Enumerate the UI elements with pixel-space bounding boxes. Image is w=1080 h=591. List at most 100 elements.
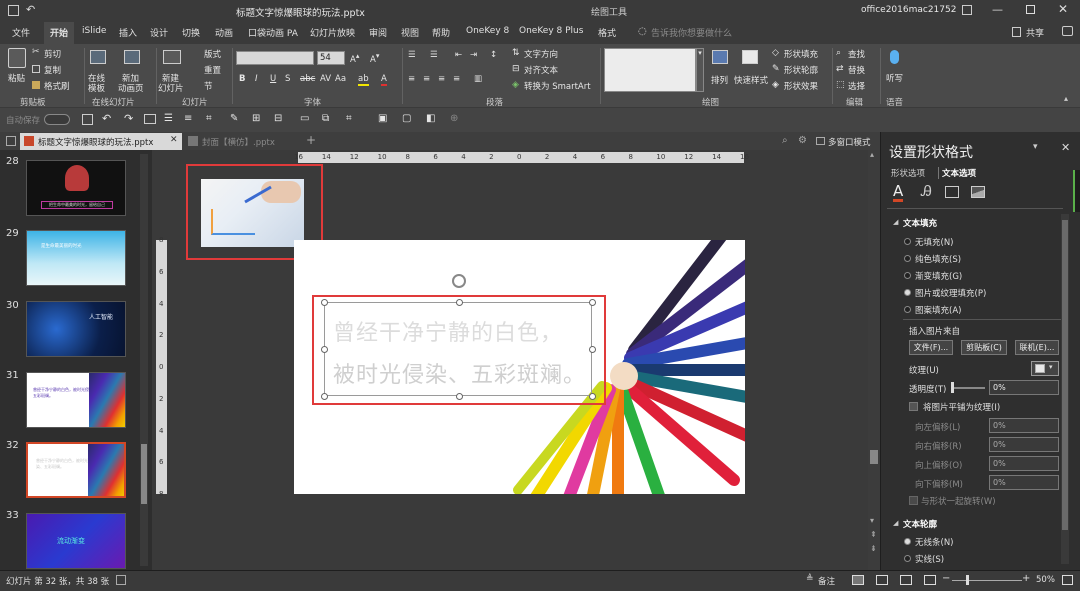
justify-icon[interactable]: ≡ [453, 74, 460, 84]
radio-no-line[interactable] [904, 538, 911, 545]
send-back-icon[interactable]: ▢ [402, 113, 411, 124]
tab-review[interactable]: 审阅 [369, 26, 387, 39]
tab-file[interactable]: 文件 [12, 26, 30, 39]
offset-bottom-input[interactable]: 0% [989, 475, 1059, 490]
tab-onekey8-plus[interactable]: OneKey 8 Plus [519, 26, 583, 36]
line-spacing-icon[interactable]: ↕ [490, 50, 497, 60]
offset-right-input[interactable]: 0% [989, 437, 1059, 452]
text-direction-button[interactable]: 文字方向 [524, 48, 558, 60]
prev-slide-icon[interactable]: ⇞ [870, 530, 877, 539]
transparency-input[interactable]: 0% [989, 380, 1059, 395]
panel-options-icon[interactable]: ▾ [1033, 142, 1038, 152]
columns-icon[interactable]: ▥ [474, 74, 482, 84]
offset-left-input[interactable]: 0% [989, 418, 1059, 433]
redo-icon[interactable]: ↷ [124, 112, 133, 125]
search-icon[interactable]: ⌕ [782, 135, 788, 146]
radio-pattern-fill[interactable] [904, 306, 911, 313]
zoom-out-icon[interactable]: − [942, 573, 950, 584]
scrollbar-thumb[interactable] [1062, 220, 1068, 530]
transparency-slider-thumb[interactable] [951, 382, 954, 393]
font-shrink-icon[interactable]: A▾ [370, 51, 379, 65]
shape-effects-icon[interactable]: ◧ [426, 113, 435, 124]
resize-handle[interactable] [321, 346, 328, 353]
slide-thumbnail-31[interactable]: 曾经干净宁静的白色，被时光侵染、五彩斑斓。 [26, 372, 126, 428]
offset-top-input[interactable]: 0% [989, 456, 1059, 471]
italic-icon[interactable]: I [255, 74, 258, 84]
zoom-slider-thumb[interactable] [966, 575, 969, 585]
share-icon[interactable] [1012, 27, 1021, 37]
thumbnails-scrollbar[interactable] [140, 154, 148, 566]
format-painter-button[interactable]: 格式刷 [44, 80, 70, 92]
slide-thumbnail-28[interactable]: 把生命中最美的时光，留给自己 [26, 160, 126, 216]
copy-button[interactable]: 复制 [44, 64, 61, 76]
arrange-button[interactable]: 排列 [711, 74, 728, 86]
doc-tab-inactive[interactable]: 封面【横仿】.pptx [184, 133, 302, 150]
scroll-down-icon[interactable]: ▾ [870, 516, 874, 525]
doc-tab-active[interactable]: 标题文字惊爆眼球的玩法.pptx ✕ [20, 133, 182, 150]
text-box[interactable]: 曾经干净宁静的白色， 被时光侵染、五彩斑斓。 [324, 302, 592, 396]
numbering-icon[interactable]: ☰ [430, 50, 438, 60]
reset-button[interactable]: 重置 [204, 64, 221, 76]
indent-decrease-icon[interactable]: ⇤ [455, 50, 462, 60]
shape-outline-button[interactable]: 形状轮廓 [784, 64, 818, 76]
indent-increase-icon[interactable]: ⇥ [470, 50, 477, 60]
autosave-toggle[interactable] [44, 114, 70, 125]
save-icon[interactable] [8, 5, 19, 16]
fit-slide-icon[interactable] [1062, 575, 1073, 585]
text-fill-heading[interactable]: 文本填充 [903, 217, 937, 229]
minimize-icon[interactable]: — [992, 3, 1003, 16]
distribute-icon[interactable]: ⊟ [274, 113, 282, 124]
tab-home[interactable]: 开始 [44, 22, 75, 44]
clipboard-button[interactable]: 剪贴板(C) [961, 340, 1007, 355]
shapes-gallery[interactable] [604, 48, 696, 92]
tab-format[interactable]: 格式 [598, 26, 616, 39]
select-button[interactable]: 选择 [848, 80, 865, 92]
align-text-button[interactable]: 对齐文本 [524, 64, 558, 76]
paste-button[interactable]: 粘贴 [8, 72, 25, 84]
shapes-gallery-more-icon[interactable]: ▾ [696, 48, 704, 92]
slideshow-icon[interactable] [924, 575, 936, 585]
align-objects-icon[interactable]: ⊞ [252, 113, 260, 124]
resize-handle[interactable] [456, 299, 463, 306]
next-slide-icon[interactable]: ⇟ [870, 544, 877, 553]
radio-solid-line[interactable] [904, 555, 911, 562]
slide-thumbnail-30[interactable]: 人工智能 [26, 301, 126, 357]
font-grow-icon[interactable]: A▴ [350, 51, 359, 65]
bullets-icon[interactable]: ☰ [408, 50, 416, 60]
rotate-with-shape-checkbox[interactable] [909, 496, 918, 505]
picture-icon[interactable] [971, 186, 985, 198]
shadow-icon[interactable]: S [285, 74, 290, 84]
format-painter-icon[interactable]: ⌗ [206, 113, 212, 124]
scroll-up-icon[interactable]: ▴ [870, 150, 874, 159]
tab-transitions[interactable]: 切换 [182, 26, 200, 39]
zoom-slider[interactable] [952, 580, 1022, 581]
text-outline-heading[interactable]: 文本轮廓 [903, 518, 937, 530]
replace-button[interactable]: 替换 [848, 64, 865, 76]
change-case-icon[interactable]: Aa [335, 74, 346, 84]
cut-button[interactable]: 剪切 [44, 48, 61, 60]
tab-view[interactable]: 视图 [401, 26, 419, 39]
file-button[interactable]: 文件(F)... [909, 340, 953, 355]
font-size-input[interactable]: 54 [317, 51, 345, 65]
new-slide-label[interactable]: 幻灯片 [158, 82, 184, 94]
slide[interactable]: 曾经干净宁静的白色， 被时光侵染、五彩斑斓。 [294, 240, 745, 494]
char-spacing-icon[interactable]: AV [320, 74, 331, 84]
slide-thumbnail-29[interactable]: 是生命最美丽的时光 [26, 230, 126, 286]
user-name[interactable]: office2016mac21752 [861, 5, 956, 15]
canvas-scrollbar-track[interactable]: ▴ ▾ ⇞ ⇟ [868, 150, 880, 570]
transparency-slider[interactable] [951, 387, 985, 389]
resize-handle[interactable] [321, 299, 328, 306]
tab-islide[interactable]: iSlide [82, 26, 106, 36]
notes-button[interactable]: 备注 [818, 575, 835, 587]
shape-effect-button[interactable]: 形状效果 [784, 80, 818, 92]
close-icon[interactable]: ✕ [1058, 2, 1068, 16]
textbox-icon[interactable] [945, 186, 959, 198]
bold-icon[interactable]: B [239, 74, 245, 84]
tab-slideshow[interactable]: 幻灯片放映 [310, 26, 355, 39]
layout-button[interactable]: 版式 [204, 48, 221, 60]
bring-front-icon[interactable]: ▣ [378, 113, 387, 124]
ribbon-display-icon[interactable] [962, 5, 972, 15]
resize-handle[interactable] [589, 346, 596, 353]
pen-icon[interactable]: ✎ [230, 113, 238, 124]
align-right-icon[interactable]: ≡ [438, 74, 445, 84]
